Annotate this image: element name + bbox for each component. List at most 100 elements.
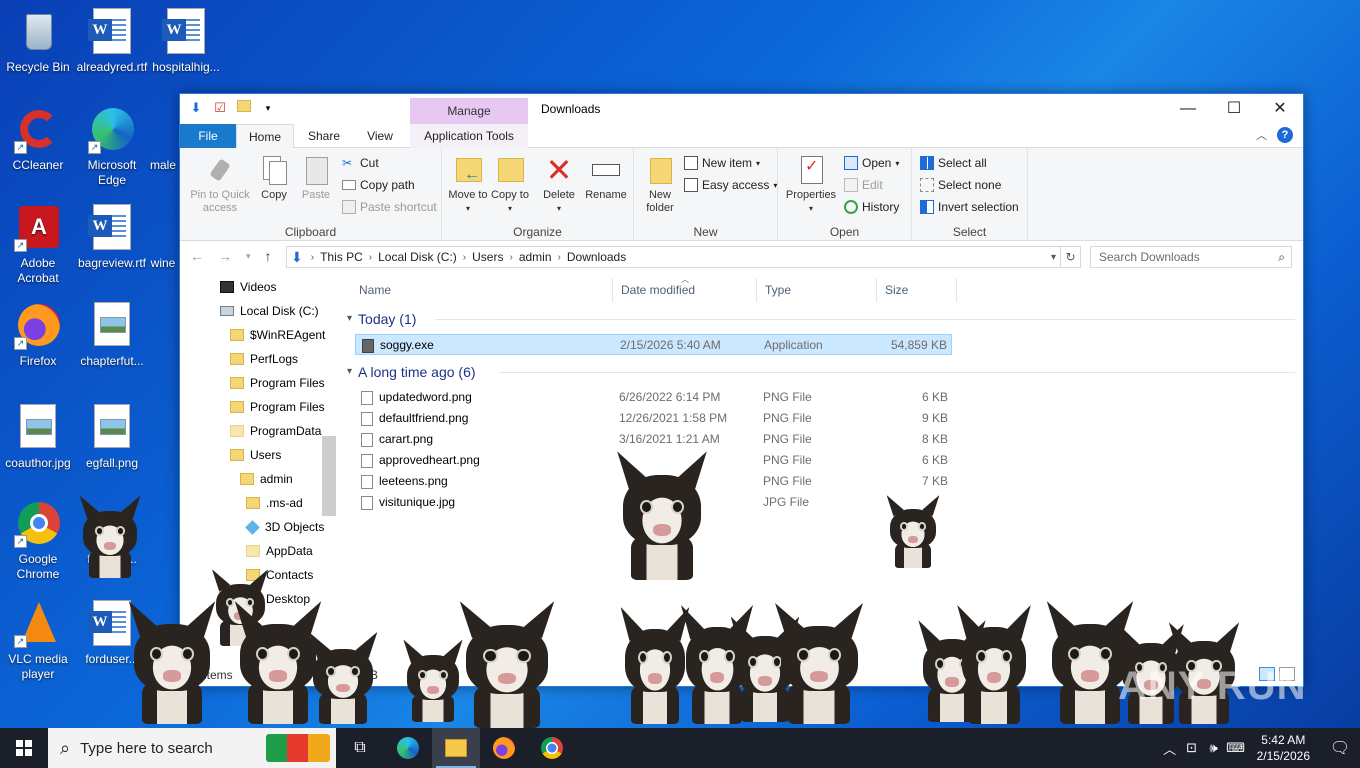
desktop-icon-bagreview[interactable]: W bagreview.rtf — [74, 204, 150, 271]
invert-selection-button[interactable]: Invert selection — [920, 200, 1019, 214]
edit-button[interactable]: Edit — [844, 178, 883, 192]
copy-path-button[interactable]: Copy path — [342, 178, 415, 192]
rename-button[interactable]: Rename — [582, 154, 630, 202]
desktop-icon-coauthor[interactable]: coauthor.jpg — [0, 404, 76, 471]
desktop-icon-alreadyred[interactable]: W alreadyred.rtf — [74, 8, 150, 75]
tab-view[interactable]: View — [354, 124, 406, 148]
minimize-button[interactable]: — — [1165, 94, 1211, 124]
desktop-icon-edge[interactable]: ↗ Microsoft Edge — [74, 106, 150, 188]
cut-button[interactable]: ✂ Cut — [342, 156, 379, 170]
nav-item-local-disk[interactable]: Local Disk (C:) — [220, 300, 319, 322]
paste-button[interactable]: Paste — [296, 154, 336, 202]
volume-icon[interactable]: 🕪 — [1203, 740, 1225, 756]
easy-access-button[interactable]: Easy access ▾ — [684, 178, 777, 192]
up-arrow-icon[interactable]: ↑ — [265, 248, 272, 264]
down-arrow-icon[interactable]: ⬇ — [188, 100, 204, 116]
column-header-type[interactable]: Type — [757, 278, 877, 302]
search-input[interactable]: Search Downloads ⌕ — [1090, 246, 1292, 268]
desktop-icon-male[interactable]: male — [148, 106, 178, 173]
edit-label: Edit — [862, 178, 883, 192]
desktop-icon-ccleaner[interactable]: ↗ CCleaner — [0, 106, 76, 173]
column-header-size[interactable]: Size — [877, 278, 957, 302]
history-button[interactable]: History — [844, 200, 899, 214]
nav-item-program-files-x86[interactable]: Program Files — [230, 396, 325, 418]
tab-application-tools[interactable]: Application Tools — [410, 124, 528, 148]
nav-scrollbar-thumb[interactable] — [322, 436, 336, 516]
help-icon[interactable]: ? — [1277, 127, 1293, 143]
select-none-button[interactable]: Select none — [920, 178, 1001, 192]
taskbar-edge[interactable] — [384, 728, 432, 768]
copy-button[interactable]: Copy — [256, 154, 292, 202]
group-header-today[interactable]: ▾ Today (1) — [347, 308, 416, 330]
delete-button[interactable]: ✕ Delete ▾ — [538, 154, 580, 215]
select-all-button[interactable]: Select all — [920, 156, 987, 170]
nav-item-3d-objects[interactable]: 3D Objects — [245, 516, 324, 538]
close-button[interactable]: ✕ — [1257, 94, 1303, 124]
input-method-icon[interactable]: ⌨ — [1225, 740, 1247, 756]
desktop-icon-chrome[interactable]: ↗ Google Chrome — [0, 500, 76, 582]
paste-shortcut-button[interactable]: Paste shortcut — [342, 200, 437, 214]
address-box[interactable]: ⬇ › This PC › Local Disk (C:) › Users › adm… — [286, 246, 1061, 268]
nav-item-programdata[interactable]: ProgramData — [230, 420, 321, 442]
refresh-icon[interactable]: ↻ — [1061, 246, 1081, 268]
network-icon[interactable]: ⊡ — [1181, 740, 1203, 756]
desktop-icon-egfall[interactable]: egfall.png — [74, 404, 150, 471]
nav-item-users[interactable]: Users — [230, 444, 281, 466]
pin-quick-access-button[interactable]: Pin to Quick access — [186, 154, 254, 215]
task-view-button[interactable]: ⧉ — [336, 728, 384, 768]
forward-arrow-icon[interactable]: → — [218, 248, 232, 264]
breadcrumb-admin[interactable]: admin — [519, 250, 552, 264]
nav-item-program-files[interactable]: Program Files — [230, 372, 325, 394]
nav-item-videos[interactable]: Videos — [220, 276, 276, 298]
group-organize: ← Move to ▾ Copy to ▾ ✕ Delete ▾ Rename Org… — [442, 148, 634, 241]
collapse-ribbon-icon[interactable]: ︿ — [1256, 127, 1267, 143]
desktop-icon-hospitalhig[interactable]: W hospitalhig... — [148, 8, 224, 75]
tab-share[interactable]: Share — [294, 124, 354, 148]
open-button[interactable]: Open ▾ — [844, 156, 899, 170]
manage-contextual-tab[interactable]: Manage — [410, 98, 528, 124]
taskbar-chrome[interactable] — [528, 728, 576, 768]
desktop-icon-recycle-bin[interactable]: Recycle Bin — [0, 8, 76, 75]
desktop-icon-wine[interactable]: wine — [148, 204, 178, 271]
notification-center-icon[interactable]: 🗨 — [1320, 738, 1360, 758]
tab-home[interactable]: Home — [236, 124, 294, 149]
taskbar-search-box[interactable]: ⌕ Type here to search — [48, 728, 336, 768]
move-to-button[interactable]: ← Move to ▾ — [448, 154, 488, 215]
nav-item-appdata[interactable]: AppData — [246, 540, 313, 562]
file-row[interactable]: updatedword.png 6/26/2022 6:14 PM PNG Fi… — [355, 387, 952, 408]
breadcrumb-local-disk[interactable]: Local Disk (C:) — [378, 250, 457, 264]
maximize-button[interactable]: ☐ — [1211, 94, 1257, 124]
desktop-icon-firefox[interactable]: ↗ Firefox — [0, 302, 76, 369]
desktop-icon-vlc[interactable]: ↗ VLC media player — [0, 600, 76, 682]
taskbar-firefox[interactable] — [480, 728, 528, 768]
start-button[interactable] — [0, 728, 48, 768]
nav-item-winreagent[interactable]: $WinREAgent — [230, 324, 325, 346]
file-row-soggy[interactable]: soggy.exe 2/15/2026 5:40 AM Application … — [355, 334, 952, 355]
file-row[interactable]: defaultfriend.png 12/26/2021 1:58 PM PNG… — [355, 408, 952, 429]
address-dropdown-icon[interactable]: ▾ — [1051, 252, 1056, 263]
customize-qat-icon[interactable]: ▾ — [260, 100, 276, 116]
breadcrumb-this-pc[interactable]: This PC — [320, 250, 363, 264]
taskbar-file-explorer[interactable] — [432, 728, 480, 768]
recent-locations-icon[interactable]: ▾ — [246, 248, 251, 264]
show-hidden-icons-chevron-icon[interactable]: ︿ — [1159, 739, 1181, 758]
properties-button[interactable]: ✓ Properties ▾ — [782, 154, 840, 215]
folder-icon[interactable] — [236, 100, 252, 116]
nav-item-ms-ad[interactable]: .ms-ad — [246, 492, 303, 514]
nav-item-admin[interactable]: admin — [240, 468, 293, 490]
taskbar-clock[interactable]: 5:42 AM 2/15/2026 — [1247, 732, 1320, 764]
nav-item-perflogs[interactable]: PerfLogs — [230, 348, 298, 370]
back-arrow-icon[interactable]: ← — [190, 248, 204, 264]
new-item-button[interactable]: New item ▾ — [684, 156, 760, 170]
desktop-icon-chapterfut[interactable]: chapterfut... — [74, 302, 150, 369]
tab-file[interactable]: File — [180, 124, 236, 148]
group-header-long-ago[interactable]: ▾ A long time ago (6) — [347, 361, 476, 383]
breadcrumb-users[interactable]: Users — [472, 250, 503, 264]
column-header-name[interactable]: Name — [351, 278, 613, 302]
breadcrumb-downloads[interactable]: Downloads — [567, 250, 626, 264]
copy-to-button[interactable]: Copy to ▾ — [490, 154, 530, 215]
title-bar[interactable]: ⬇ ☑ ▾ Manage Downloads — ☐ ✕ — [180, 94, 1303, 124]
new-folder-button[interactable]: New folder — [638, 154, 682, 215]
properties-check-icon[interactable]: ☑ — [212, 100, 228, 116]
desktop-icon-acrobat[interactable]: A ↗ Adobe Acrobat — [0, 204, 76, 286]
